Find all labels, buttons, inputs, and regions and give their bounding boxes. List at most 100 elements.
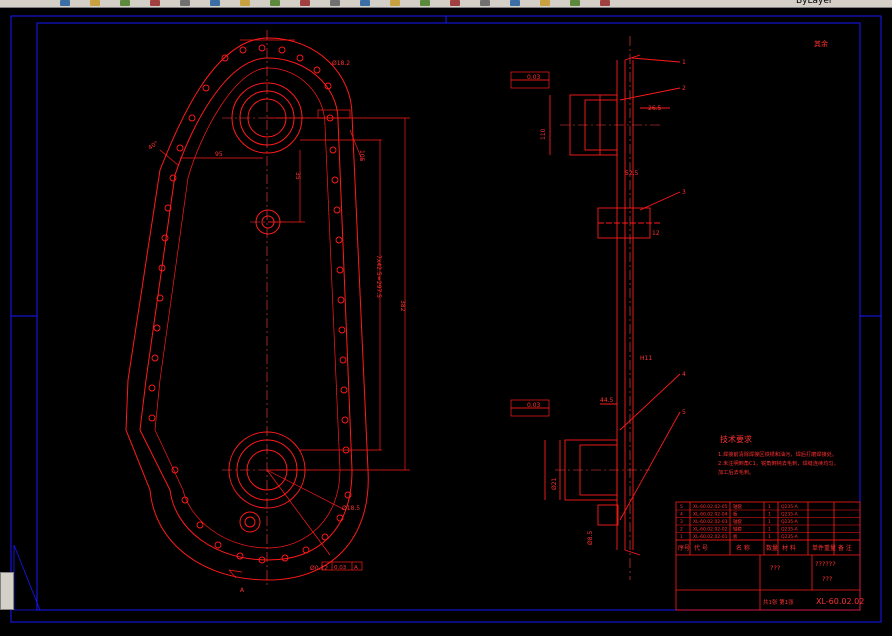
ucs-icon: [13, 544, 41, 611]
dim-label: Ø18.5: [342, 505, 360, 512]
part-callout: 3: [682, 189, 686, 196]
side-tool-palette[interactable]: [0, 572, 14, 610]
save-icon[interactable]: [120, 0, 130, 6]
bolt-hole: [202, 84, 210, 92]
bolt-hole: [161, 234, 169, 242]
new-icon[interactable]: [60, 0, 70, 6]
match-icon[interactable]: [570, 0, 580, 6]
properties-icon[interactable]: [480, 0, 490, 6]
copy-icon[interactable]: [210, 0, 220, 6]
parts-cell: 5: [680, 504, 683, 510]
zoom-previous-icon[interactable]: [420, 0, 430, 6]
undo-icon[interactable]: [270, 0, 280, 6]
dim-label: Ø21: [551, 477, 558, 490]
outer-outline: [125, 37, 369, 581]
bolt-holes: [148, 44, 352, 564]
roughness-note: 其余: [814, 39, 828, 48]
layer-icon[interactable]: [510, 0, 520, 6]
dim-label: 105: [358, 150, 365, 162]
parts-cell: 1: [768, 534, 771, 540]
parts-cell: 轴套: [733, 503, 742, 510]
parts-header-cell: 材 料: [782, 544, 796, 552]
bolt-hole: [336, 266, 344, 274]
parts-cell: 1: [768, 512, 771, 518]
parts-cell: 4: [680, 512, 683, 518]
unknown-text: ??????: [815, 560, 836, 568]
zoom-icon[interactable]: [360, 0, 370, 6]
front-view: [125, 37, 369, 581]
bolt-hole: [339, 356, 347, 364]
dim-label: 7x42.5=297.5: [375, 255, 382, 298]
paste-icon[interactable]: [240, 0, 250, 6]
bolt-hole: [335, 236, 343, 244]
bolt-hole: [196, 521, 204, 529]
bolt-hole: [148, 384, 156, 392]
dim-label: 110: [540, 128, 547, 140]
bolt-hole: [337, 296, 345, 304]
bolt-hole: [321, 533, 329, 541]
bolt-hole: [341, 416, 349, 424]
dim-label: H11: [640, 355, 652, 362]
unknown-text: ???: [822, 575, 832, 583]
sheet-info: 共1张 第1张: [763, 598, 794, 606]
drawing-canvas[interactable]: 40° Ø18.2 105 95 35 7x42.5=297.5 382 Ø18…: [0, 8, 892, 632]
bolt-hole: [176, 144, 184, 152]
parts-header-cell: 备 注: [838, 544, 852, 552]
parts-cell: 板: [733, 511, 738, 518]
outer-sheet-border: [10, 15, 882, 623]
bolt-hole: [296, 54, 304, 62]
unknown-text: ???: [770, 564, 780, 572]
part-callout: 2: [682, 85, 686, 92]
side-center-lines: [555, 36, 660, 580]
dim-label: 52.5: [625, 170, 639, 177]
parts-header-cell: 序号: [678, 544, 690, 552]
open-icon[interactable]: [90, 0, 100, 6]
dim-label: Ø0.12: [310, 565, 328, 572]
parts-cell: Q235-A: [781, 527, 799, 533]
parts-cell: Q235-A: [781, 512, 799, 518]
pan-icon[interactable]: [330, 0, 340, 6]
bolt-hole: [188, 114, 196, 122]
bolt-hole: [278, 46, 286, 54]
parts-header-cell: 单件重量: [812, 544, 836, 552]
text-icon[interactable]: [450, 0, 460, 6]
bolt-hole: [302, 546, 310, 554]
help-icon[interactable]: [600, 0, 610, 6]
parts-header-cell: 数量: [766, 544, 778, 552]
tech-line: 加工后去毛刺。: [718, 468, 754, 476]
bolt-hole: [214, 541, 222, 549]
parts-cell: Q235-A: [781, 534, 799, 540]
bolt-hole: [239, 46, 247, 54]
tol-datum: A: [354, 565, 358, 571]
cut-icon[interactable]: [180, 0, 190, 6]
layer-dropdown[interactable]: ByLayer: [796, 0, 833, 6]
parts-cell: XL-60.02.02-04: [693, 512, 728, 518]
print-icon[interactable]: [150, 0, 160, 6]
parts-header-cell: 代 号: [694, 544, 708, 552]
calculator-icon[interactable]: [540, 0, 550, 6]
parts-cell: 板: [733, 533, 738, 540]
bolt-hole: [151, 354, 159, 362]
zoom-window-icon[interactable]: [390, 0, 400, 6]
cad-toolbar: ByLayer: [0, 0, 892, 8]
bolt-hole: [258, 44, 266, 52]
parts-cell: 1: [768, 527, 771, 533]
part-callout: 5: [682, 409, 686, 416]
section-mark: A: [240, 587, 245, 594]
parts-cell: XL-60.02.02-03: [693, 519, 728, 525]
part-callout: 4: [682, 371, 686, 378]
dim-label: 44.5: [600, 397, 614, 404]
parts-cell: 1: [768, 504, 771, 510]
bolt-hole: [221, 54, 229, 62]
tol-value: 0.03: [527, 74, 541, 81]
dim-label: 35: [294, 172, 301, 180]
parts-cell: Q235-A: [781, 519, 799, 525]
bolt-hole: [338, 326, 346, 334]
parts-cell: XL-60.02.02-02: [693, 527, 728, 533]
bolt-hole: [169, 174, 177, 182]
front-dims: [159, 39, 410, 579]
parts-list: 5 XL-60.02.02-05 轴套 1 Q235-A 4 XL-60.02.02-04 板…: [676, 503, 860, 541]
bolt-hole: [333, 206, 341, 214]
tol-value: 0.03: [334, 565, 347, 571]
redo-icon[interactable]: [300, 0, 310, 6]
